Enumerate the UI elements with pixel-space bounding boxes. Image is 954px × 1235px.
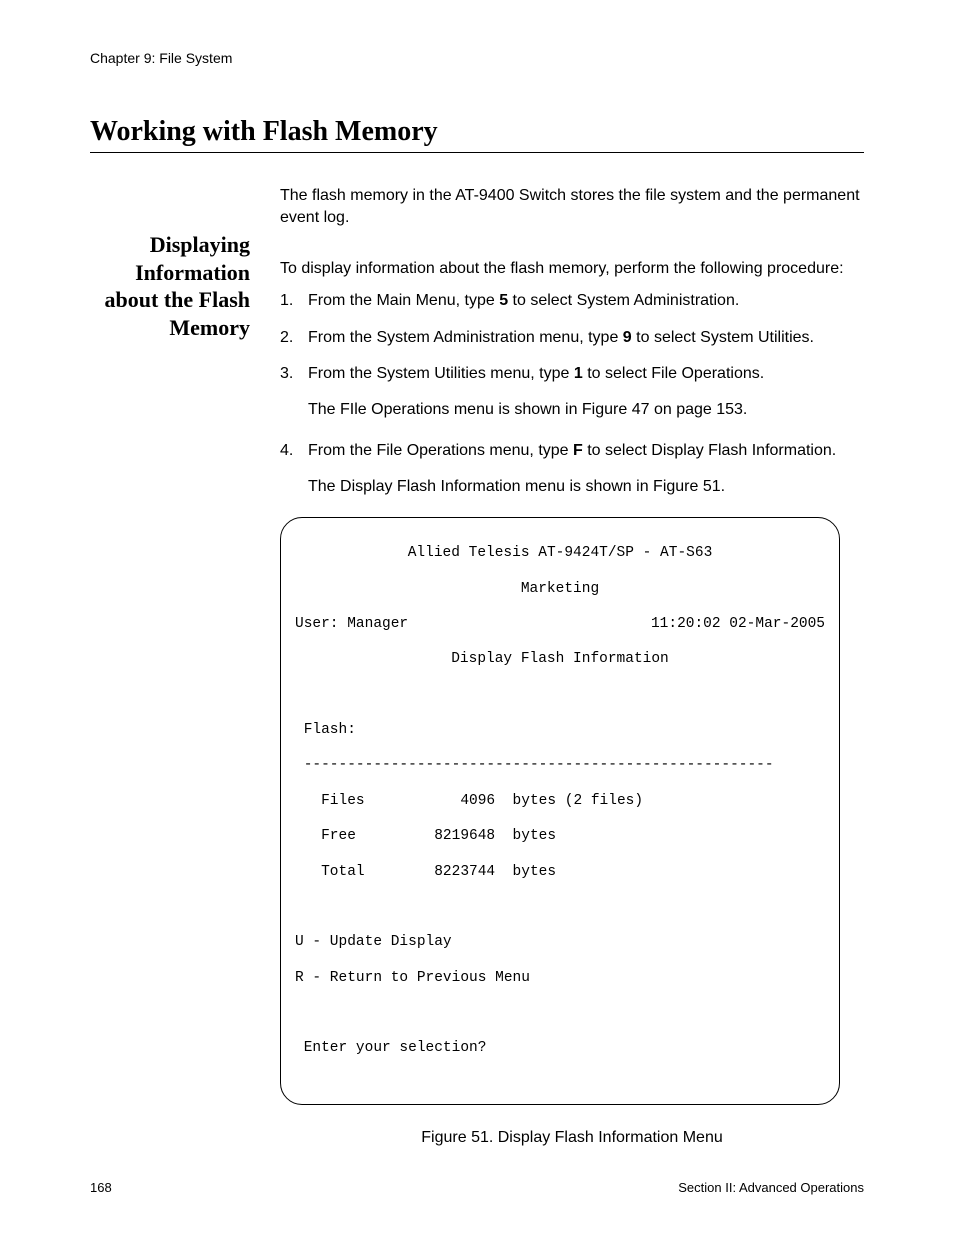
section-label: Section II: Advanced Operations bbox=[678, 1180, 864, 1195]
terminal-line: Flash: bbox=[295, 722, 825, 740]
text-run: to select System Administration. bbox=[508, 292, 739, 309]
sidebar-line: Information bbox=[90, 259, 250, 287]
terminal-header-line: Marketing bbox=[295, 581, 825, 599]
page-footer: 168 Section II: Advanced Operations bbox=[90, 1180, 864, 1195]
terminal-header-line: Allied Telesis AT-9424T/SP - AT-S63 bbox=[295, 545, 825, 563]
text-run: From the System Administration menu, typ… bbox=[308, 329, 623, 346]
terminal-blank bbox=[295, 1005, 825, 1023]
step-number: 4. bbox=[280, 440, 308, 462]
text-run: to select File Operations. bbox=[583, 365, 764, 382]
terminal-blank bbox=[295, 687, 825, 705]
terminal-title: Display Flash Information bbox=[295, 651, 825, 669]
page-number: 168 bbox=[90, 1180, 112, 1195]
terminal-divider: ----------------------------------------… bbox=[295, 757, 825, 775]
step-number: 2. bbox=[280, 327, 308, 349]
text-run: From the Main Menu, type bbox=[308, 292, 499, 309]
terminal-user-row: User: Manager 11:20:02 02-Mar-2005 bbox=[295, 616, 825, 634]
terminal-prompt: Enter your selection? bbox=[295, 1040, 825, 1058]
terminal-option: U - Update Display bbox=[295, 934, 825, 952]
content-columns: Displaying Information about the Flash M… bbox=[90, 185, 864, 1149]
step-text: From the System Administration menu, typ… bbox=[308, 327, 864, 349]
list-item: 2. From the System Administration menu, … bbox=[280, 327, 864, 349]
sidebar-line: about the Flash bbox=[90, 286, 250, 314]
sidebar-line: Displaying bbox=[90, 231, 250, 259]
step-note: The FIle Operations menu is shown in Fig… bbox=[308, 399, 864, 421]
step-text: From the File Operations menu, type F to… bbox=[308, 440, 864, 462]
list-item: 1. From the Main Menu, type 5 to select … bbox=[280, 290, 864, 312]
text-run: From the File Operations menu, type bbox=[308, 442, 573, 459]
sidebar-line: Memory bbox=[90, 314, 250, 342]
list-item: 3. From the System Utilities menu, type … bbox=[280, 363, 864, 385]
step-note: The Display Flash Information menu is sh… bbox=[308, 476, 864, 498]
terminal-line: Files 4096 bytes (2 files) bbox=[295, 793, 825, 811]
procedure-list-cont: 4. From the File Operations menu, type F… bbox=[280, 440, 864, 462]
terminal-line: Free 8219648 bytes bbox=[295, 828, 825, 846]
list-item: 4. From the File Operations menu, type F… bbox=[280, 440, 864, 462]
terminal-figure: Allied Telesis AT-9424T/SP - AT-S63 Mark… bbox=[280, 517, 864, 1149]
figure-caption: Figure 51. Display Flash Information Men… bbox=[280, 1127, 864, 1149]
text-run: From the System Utilities menu, type bbox=[308, 365, 574, 382]
terminal-user: User: Manager bbox=[295, 616, 408, 634]
step-text: From the Main Menu, type 5 to select Sys… bbox=[308, 290, 864, 312]
terminal-blank bbox=[295, 899, 825, 917]
text-run: to select System Utilities. bbox=[632, 329, 814, 346]
page: Chapter 9: File System Working with Flas… bbox=[0, 0, 954, 1235]
intro-paragraph: The flash memory in the AT-9400 Switch s… bbox=[280, 185, 864, 230]
page-title: Working with Flash Memory bbox=[90, 116, 864, 153]
bold-key: F bbox=[573, 442, 583, 459]
step-text: From the System Utilities menu, type 1 t… bbox=[308, 363, 864, 385]
bold-key: 9 bbox=[623, 329, 632, 346]
terminal-screen: Allied Telesis AT-9424T/SP - AT-S63 Mark… bbox=[280, 517, 840, 1105]
text-run: to select Display Flash Information. bbox=[583, 442, 836, 459]
main-content: The flash memory in the AT-9400 Switch s… bbox=[280, 185, 864, 1149]
terminal-line: Total 8223744 bytes bbox=[295, 864, 825, 882]
lead-paragraph: To display information about the flash m… bbox=[280, 258, 864, 280]
bold-key: 1 bbox=[574, 365, 583, 382]
procedure-list: 1. From the Main Menu, type 5 to select … bbox=[280, 290, 864, 385]
bold-key: 5 bbox=[499, 292, 508, 309]
step-number: 1. bbox=[280, 290, 308, 312]
terminal-option: R - Return to Previous Menu bbox=[295, 970, 825, 988]
chapter-header: Chapter 9: File System bbox=[90, 50, 864, 66]
terminal-timestamp: 11:20:02 02-Mar-2005 bbox=[651, 616, 825, 634]
step-number: 3. bbox=[280, 363, 308, 385]
sidebar-heading: Displaying Information about the Flash M… bbox=[90, 185, 250, 1149]
